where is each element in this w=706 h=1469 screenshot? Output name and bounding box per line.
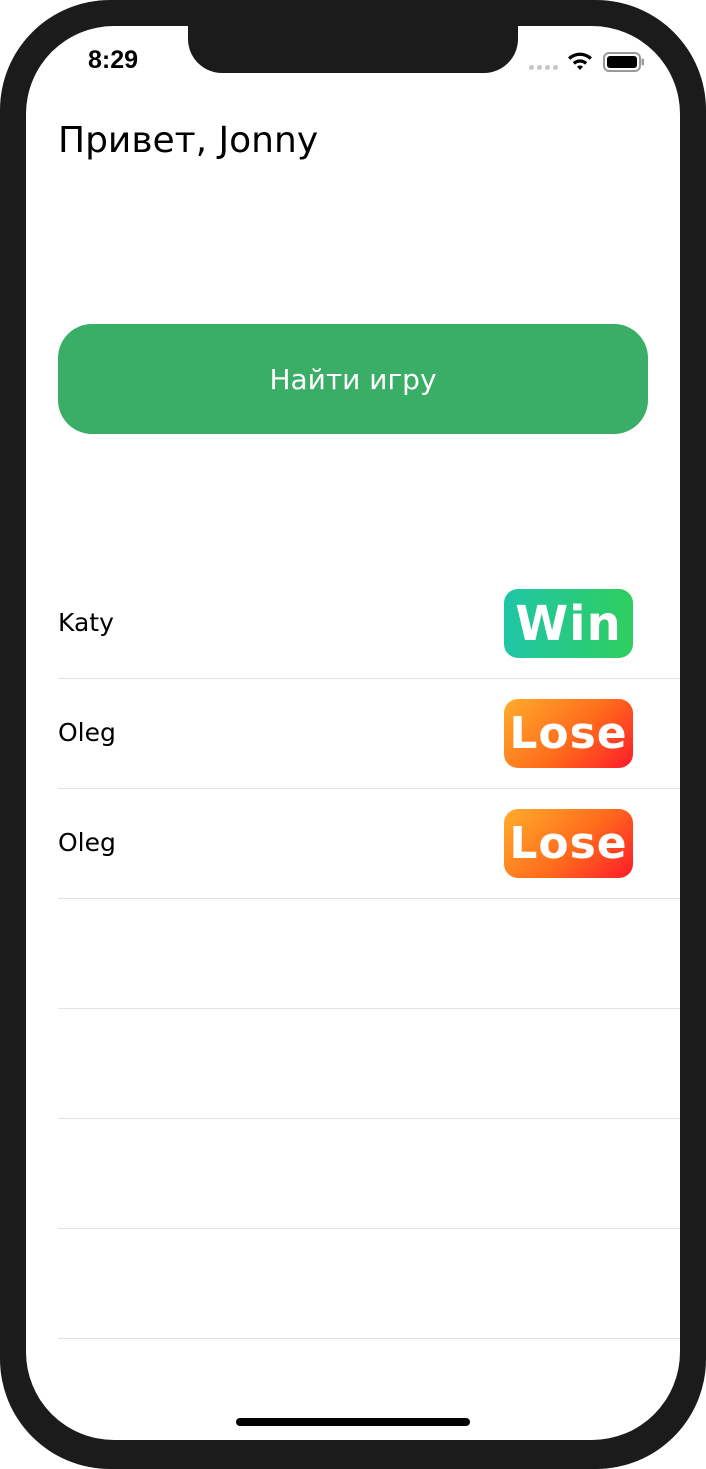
home-indicator[interactable] [236,1418,470,1426]
app-screen: 8:29 Привет, Jonny Найти игру Katy Win O… [26,26,680,1440]
list-item[interactable]: Oleg Lose [58,679,680,789]
empty-list-item [58,899,680,1009]
greeting-title: Привет, Jonny [58,120,319,161]
signal-dots-icon [529,65,558,70]
opponent-name: Oleg [58,718,116,747]
empty-list-item [58,1119,680,1229]
device-notch [188,26,518,73]
wifi-icon [568,52,592,70]
empty-list-item [58,1229,680,1339]
result-badge-lose: Lose [504,699,633,768]
games-list: Katy Win Oleg Lose Oleg Lose [58,569,680,1339]
result-badge-win: Win [504,589,633,658]
empty-list-item [58,1009,680,1119]
status-time: 8:29 [88,46,139,74]
list-item[interactable]: Oleg Lose [58,789,680,899]
result-badge-lose: Lose [504,809,633,878]
battery-icon [603,52,644,72]
list-item[interactable]: Katy Win [58,569,680,679]
phone-frame: 8:29 Привет, Jonny Найти игру Katy Win O… [0,0,706,1469]
opponent-name: Katy [58,608,114,637]
find-game-button[interactable]: Найти игру [58,324,648,434]
opponent-name: Oleg [58,828,116,857]
